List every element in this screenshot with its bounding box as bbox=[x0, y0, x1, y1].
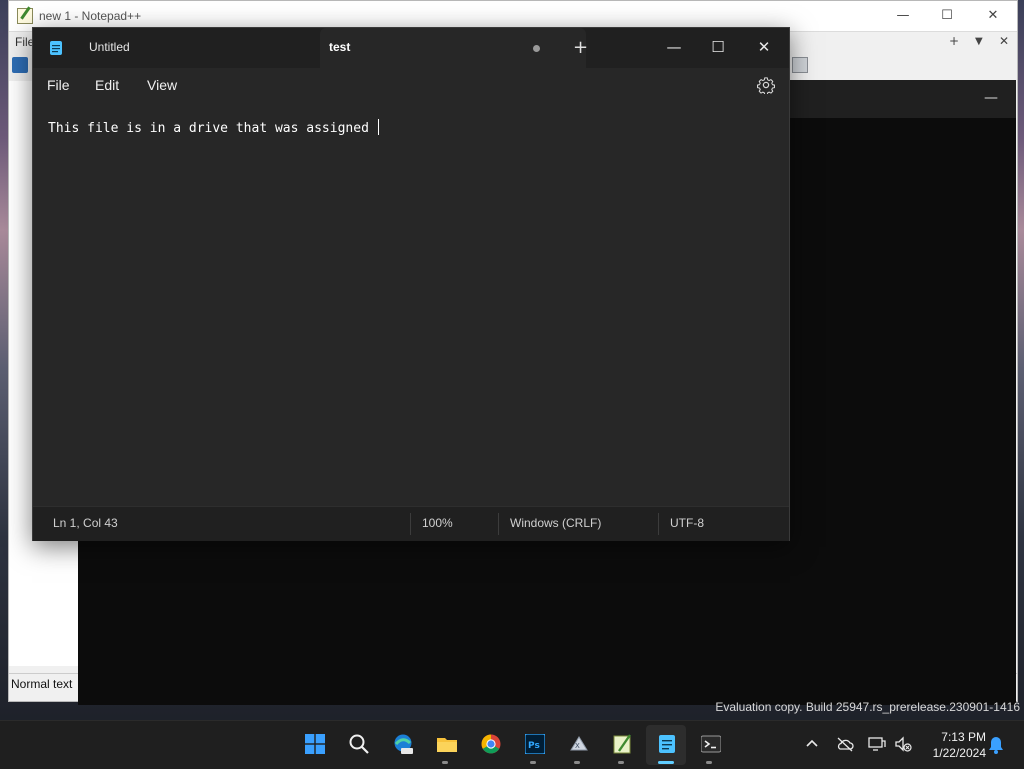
npp-close-doc-icon[interactable]: ✕ bbox=[999, 34, 1009, 48]
terminal-icon bbox=[701, 735, 721, 753]
xml-tool-button[interactable]: X bbox=[558, 725, 598, 765]
menu-edit[interactable]: Edit bbox=[95, 77, 119, 93]
chrome-button[interactable] bbox=[470, 725, 510, 765]
network-icon[interactable] bbox=[868, 735, 886, 753]
notepad-doc-icon bbox=[50, 41, 62, 55]
editor-text: This file is in a drive that was assigne… bbox=[48, 121, 377, 136]
notepad-icon bbox=[659, 735, 675, 753]
notepad-plus-plus-icon bbox=[613, 734, 631, 754]
status-encoding[interactable]: UTF-8 bbox=[670, 516, 704, 530]
notepad-menubar: File Edit View bbox=[33, 68, 789, 102]
npp-maximize-button[interactable]: ☐ bbox=[927, 5, 967, 27]
notepad-close-button[interactable]: ✕ bbox=[743, 34, 785, 60]
status-position: Ln 1, Col 43 bbox=[53, 516, 118, 530]
notepad-plus-plus-button[interactable] bbox=[602, 725, 642, 765]
status-separator bbox=[410, 513, 411, 535]
terminal-minimize-button[interactable]: — bbox=[984, 90, 998, 106]
active-indicator bbox=[658, 761, 674, 764]
taskbar-clock[interactable]: 7:13 PM 1/22/2024 bbox=[922, 729, 986, 761]
notepad-text-area[interactable]: This file is in a drive that was assigne… bbox=[33, 102, 789, 502]
svg-text:X: X bbox=[575, 742, 580, 750]
photoshop-icon: Ps bbox=[525, 734, 545, 754]
notepad-statusbar: Ln 1, Col 43 100% Windows (CRLF) UTF-8 bbox=[33, 506, 789, 541]
status-zoom[interactable]: 100% bbox=[422, 516, 453, 530]
npp-minimize-button[interactable]: — bbox=[883, 5, 923, 27]
taskbar: Ps X 7:13 PM 1/22/2024 bbox=[0, 720, 1024, 769]
tab-test[interactable]: test bbox=[320, 28, 586, 68]
edge-pre-icon bbox=[394, 734, 413, 754]
menu-file[interactable]: File bbox=[47, 77, 70, 93]
start-icon bbox=[305, 734, 325, 754]
clock-time: 7:13 PM bbox=[941, 730, 986, 744]
notification-bell-icon[interactable] bbox=[988, 736, 1004, 754]
evaluation-watermark: Evaluation copy. Build 25947.rs_prerelea… bbox=[715, 700, 1020, 714]
xml-tool-icon: X bbox=[570, 736, 588, 751]
chrome-icon bbox=[481, 734, 501, 754]
onedrive-cloud-icon[interactable] bbox=[836, 735, 854, 753]
toolbar-tool-icon[interactable] bbox=[792, 57, 808, 73]
save-icon[interactable] bbox=[12, 57, 28, 73]
npp-window-title: new 1 - Notepad++ bbox=[39, 9, 142, 23]
volume-muted-icon[interactable] bbox=[894, 735, 912, 753]
status-line-ending[interactable]: Windows (CRLF) bbox=[510, 516, 601, 530]
npp-close-button[interactable]: ✕ bbox=[973, 5, 1013, 27]
notepad-window: Untitled test + — ☐ ✕ File Edit View Thi… bbox=[32, 27, 790, 541]
file-explorer-icon bbox=[437, 738, 457, 752]
search-icon bbox=[349, 734, 369, 754]
start-button[interactable] bbox=[294, 725, 334, 765]
text-caret bbox=[377, 119, 379, 135]
notepad-plus-plus-app-icon bbox=[17, 8, 33, 24]
status-separator bbox=[658, 513, 659, 535]
notepad-tabbar: Untitled test + — ☐ ✕ bbox=[33, 28, 789, 68]
clock-date: 1/22/2024 bbox=[932, 746, 986, 760]
tab-untitled-label: Untitled bbox=[89, 40, 130, 54]
npp-new-tab-icon[interactable]: + bbox=[949, 34, 959, 48]
edge-pre-button[interactable] bbox=[382, 725, 422, 765]
photoshop-button[interactable]: Ps bbox=[514, 725, 554, 765]
running-indicator bbox=[618, 761, 624, 764]
unsaved-dot-icon[interactable] bbox=[533, 45, 540, 52]
search-button[interactable] bbox=[338, 725, 378, 765]
status-separator bbox=[498, 513, 499, 535]
new-tab-button[interactable]: + bbox=[573, 39, 588, 57]
notepad-button[interactable] bbox=[646, 725, 686, 765]
settings-gear-icon[interactable] bbox=[757, 76, 775, 94]
npp-status-text: Normal text fi bbox=[11, 677, 75, 691]
menu-view[interactable]: View bbox=[147, 77, 177, 93]
svg-text:Ps: Ps bbox=[528, 741, 540, 751]
running-indicator bbox=[530, 761, 536, 764]
notepad-minimize-button[interactable]: — bbox=[653, 34, 695, 60]
file-explorer-button[interactable] bbox=[426, 725, 466, 765]
tab-untitled[interactable]: Untitled bbox=[33, 28, 319, 68]
running-indicator bbox=[442, 761, 448, 764]
running-indicator bbox=[574, 761, 580, 764]
editor-content: This file is in a drive that was assigne… bbox=[48, 119, 379, 136]
tab-test-label: test bbox=[329, 40, 351, 54]
notepad-maximize-button[interactable]: ☐ bbox=[697, 34, 739, 60]
npp-dropdown-icon[interactable]: ▼ bbox=[975, 36, 983, 47]
terminal-button[interactable] bbox=[690, 725, 730, 765]
show-hidden-icons-chevron-icon[interactable] bbox=[804, 736, 820, 752]
running-indicator bbox=[706, 761, 712, 764]
